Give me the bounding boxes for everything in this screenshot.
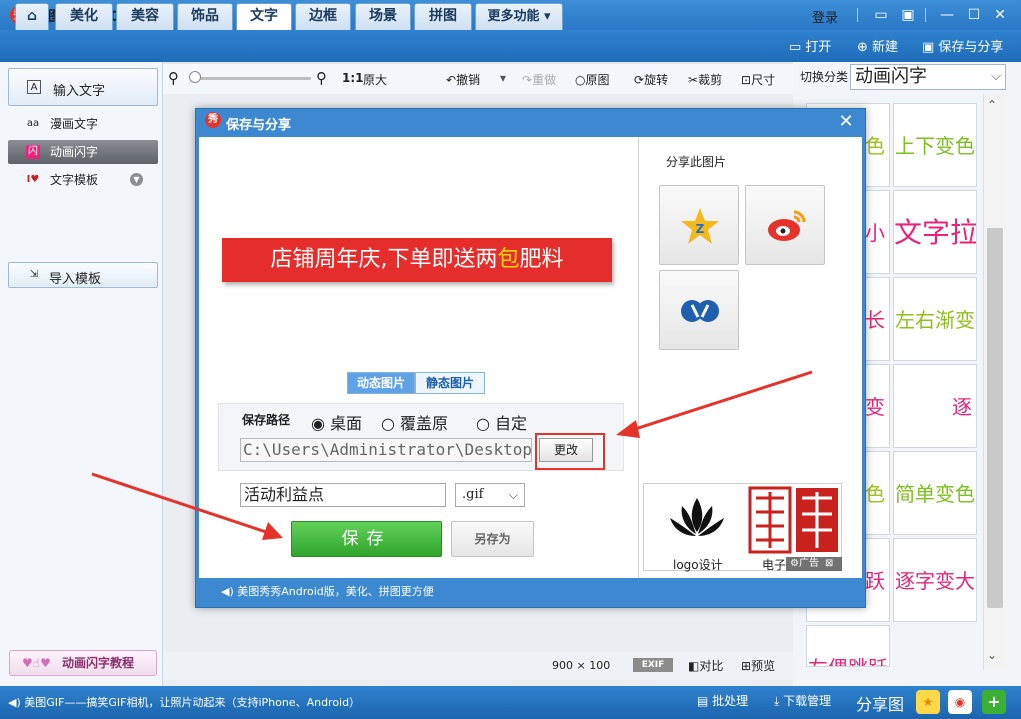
arrowhead xyxy=(616,420,640,438)
annotation-arrows xyxy=(91,370,813,540)
arrowhead xyxy=(262,522,283,540)
annotation-arrow-change xyxy=(631,370,813,432)
annotation-arrow-save xyxy=(91,472,267,534)
